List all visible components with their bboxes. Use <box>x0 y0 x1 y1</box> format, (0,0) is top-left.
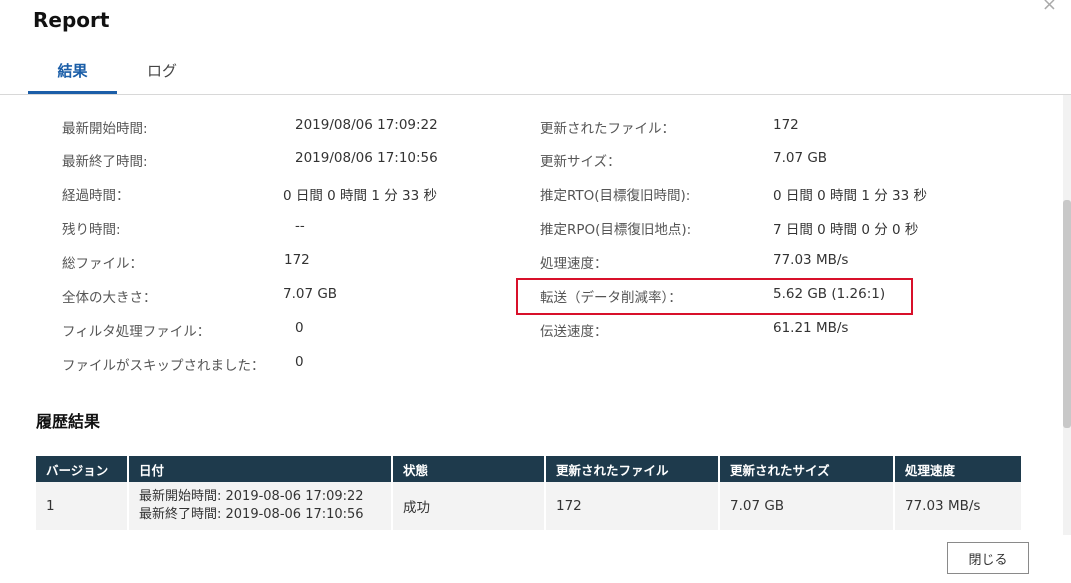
cell-status: 成功 <box>392 482 546 530</box>
value-latest-start: 2019/08/06 17:09:22 <box>295 117 438 133</box>
cell-updated-files: 172 <box>545 482 720 530</box>
value-latest-end: 2019/08/06 17:10:56 <box>295 150 438 166</box>
close-icon[interactable]: × <box>1042 0 1057 14</box>
column-header-status[interactable]: 状態 <box>392 456 546 482</box>
tab-divider <box>0 94 1071 95</box>
cell-version: 1 <box>36 482 129 530</box>
cell-date-end: 最新終了時間: 2019-08-06 17:10:56 <box>139 507 364 522</box>
value-skipped-files: 0 <box>295 354 304 370</box>
label-processing-speed: 処理速度： <box>540 256 608 272</box>
table-row[interactable]: 1 最新開始時間: 2019-08-06 17:09:22 最新終了時間: 20… <box>36 482 1023 530</box>
column-header-updated-files[interactable]: 更新されたファイル <box>545 456 720 482</box>
value-elapsed: 0 日間 0 時間 1 分 33 秒 <box>283 188 437 204</box>
label-updated-size: 更新サイズ： <box>540 154 621 170</box>
close-button[interactable]: 閉じる <box>947 542 1029 574</box>
label-total-size: 全体の大きさ： <box>62 290 157 306</box>
value-processing-speed: 77.03 MB/s <box>773 252 849 268</box>
value-updated-size: 7.07 GB <box>773 150 828 166</box>
value-total-files: 172 <box>284 252 310 268</box>
dialog-title: Report <box>33 8 110 32</box>
cell-date: 最新開始時間: 2019-08-06 17:09:22 最新終了時間: 2019… <box>128 482 393 530</box>
history-title: 履歴結果 <box>36 412 101 431</box>
label-latest-start: 最新開始時間: <box>62 121 148 137</box>
label-elapsed: 経過時間： <box>62 188 130 204</box>
value-estimated-rpo: 7 日間 0 時間 0 分 0 秒 <box>773 222 919 238</box>
value-filtered-files: 0 <box>295 320 304 336</box>
label-updated-files: 更新されたファイル： <box>540 121 675 137</box>
highlight-box <box>516 278 913 315</box>
scrollbar-thumb[interactable] <box>1063 200 1071 428</box>
label-remaining: 残り時間: <box>62 222 121 238</box>
column-header-date[interactable]: 日付 <box>128 456 393 482</box>
value-remaining: -- <box>295 218 305 234</box>
table-header-row: バージョン 日付 状態 更新されたファイル 更新されたサイズ 処理速度 <box>36 456 1023 482</box>
label-transmission-speed: 伝送速度： <box>540 324 608 340</box>
tab-results[interactable]: 結果 <box>28 60 117 94</box>
column-header-version[interactable]: バージョン <box>36 456 129 482</box>
cell-date-start: 最新開始時間: 2019-08-06 17:09:22 <box>139 489 364 504</box>
label-filtered-files: フィルタ処理ファイル： <box>62 324 211 340</box>
history-table: バージョン 日付 状態 更新されたファイル 更新されたサイズ 処理速度 1 最新… <box>36 456 1023 530</box>
value-transmission-speed: 61.21 MB/s <box>773 320 849 336</box>
cell-updated-size: 7.07 GB <box>719 482 895 530</box>
tab-log[interactable]: ログ <box>128 60 196 91</box>
value-updated-files: 172 <box>773 117 799 133</box>
label-latest-end: 最新終了時間: <box>62 154 148 170</box>
column-header-speed[interactable]: 処理速度 <box>894 456 1023 482</box>
label-estimated-rto: 推定RTO(目標復旧時間): <box>540 188 691 204</box>
label-skipped-files: ファイルがスキップされました： <box>62 358 265 374</box>
column-header-updated-size[interactable]: 更新されたサイズ <box>719 456 895 482</box>
label-estimated-rpo: 推定RPO(目標復旧地点): <box>540 222 692 238</box>
label-total-files: 総ファイル： <box>62 256 143 272</box>
value-total-size: 7.07 GB <box>283 286 338 302</box>
value-estimated-rto: 0 日間 0 時間 1 分 33 秒 <box>773 188 927 204</box>
cell-speed: 77.03 MB/s <box>894 482 1023 530</box>
